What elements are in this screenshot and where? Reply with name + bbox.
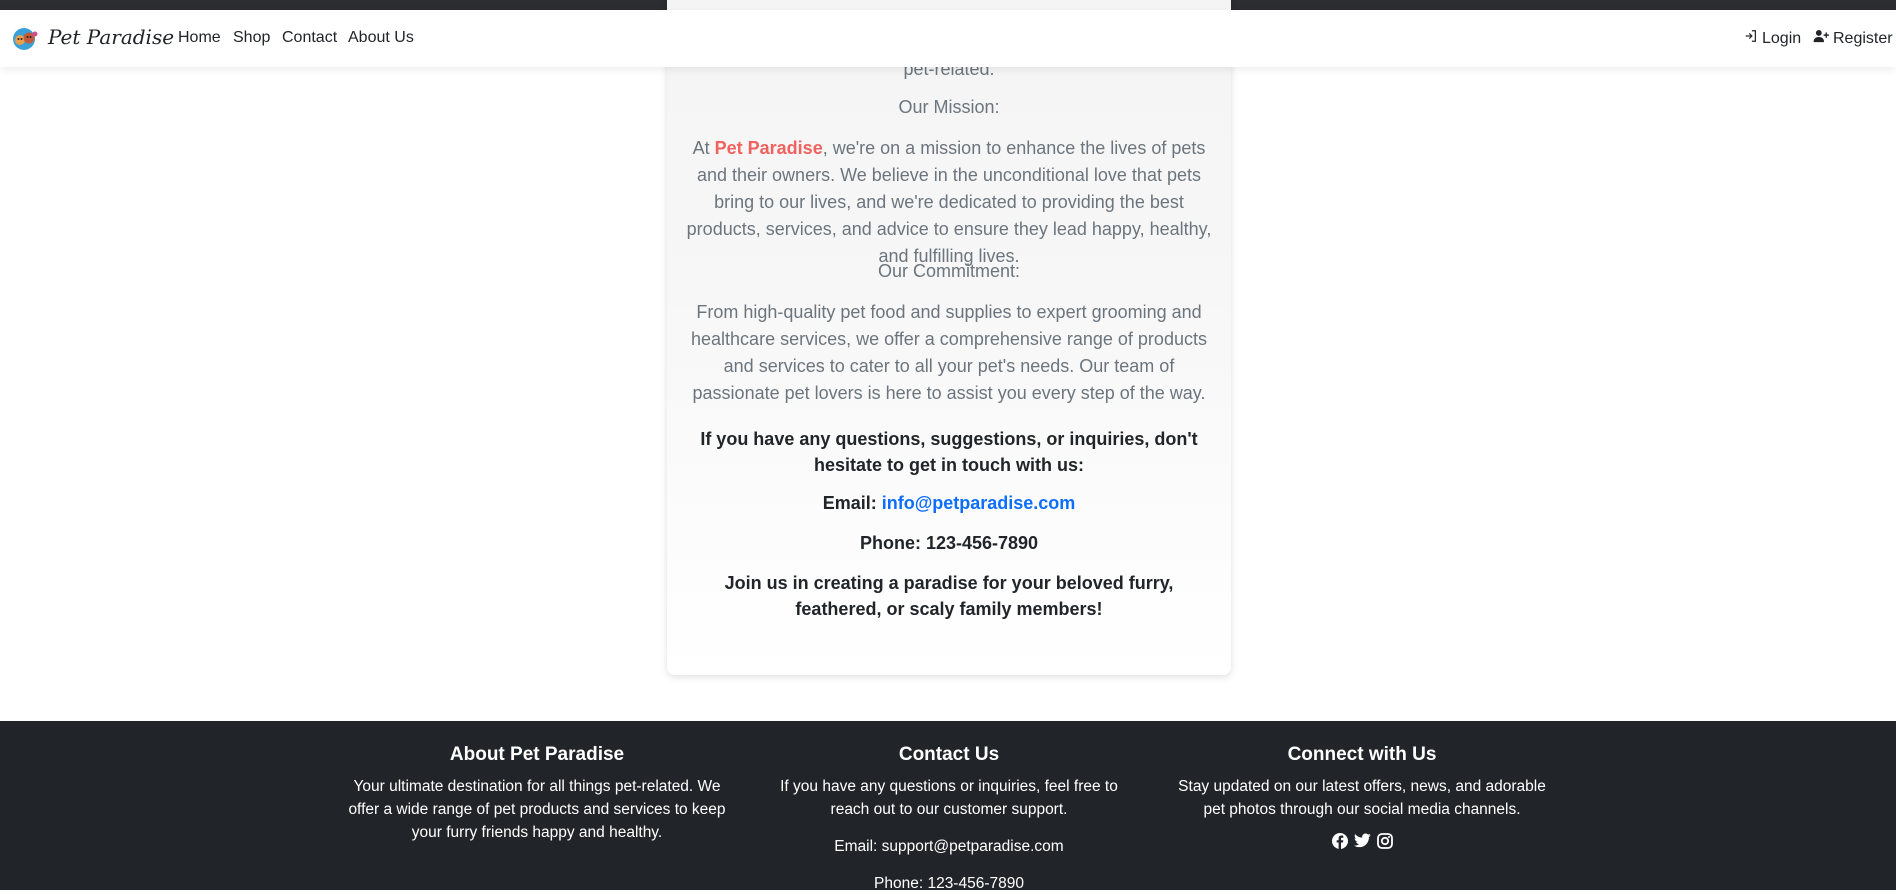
footer-connect-title: Connect with Us xyxy=(1287,744,1437,765)
facebook-icon[interactable] xyxy=(1331,833,1348,854)
footer-connect-text: Stay updated on our latest offers, news,… xyxy=(1178,778,1546,818)
footer-about-column: About Pet Paradise Your ultimate destina… xyxy=(347,743,727,844)
footer-contact-text: If you have any questions or inquiries, … xyxy=(780,778,1118,818)
footer-contact-email: Email: support@petparadise.com xyxy=(834,838,1064,855)
nav-about-us[interactable]: About Us xyxy=(348,29,414,47)
footer: About Pet Paradise Your ultimate destina… xyxy=(0,721,1896,892)
register-button[interactable]: Register xyxy=(1813,29,1893,48)
instagram-icon[interactable] xyxy=(1376,833,1393,854)
commitment-heading: Our Commitment: xyxy=(877,261,1021,281)
mission-paragraph: At Pet Paradise, we're on a mission to e… xyxy=(685,135,1213,270)
footer-connect-column: Connect with Us Stay updated on our late… xyxy=(1172,743,1552,854)
navbar: Pet Paradise Home Shop Contact About Us … xyxy=(0,10,1896,67)
social-links xyxy=(1331,833,1393,854)
nav-contact[interactable]: Contact xyxy=(282,29,337,47)
about-card: pet-related. Our Mission: At Pet Paradis… xyxy=(667,0,1231,675)
nav-shop[interactable]: Shop xyxy=(233,29,270,47)
footer-about-title: About Pet Paradise xyxy=(449,744,625,765)
user-plus-icon xyxy=(1813,29,1829,48)
footer-about-text: Your ultimate destination for all things… xyxy=(348,778,726,841)
footer-contact-title: Contact Us xyxy=(898,744,1000,765)
mission-prefix: At xyxy=(692,138,715,158)
email-label: Email: xyxy=(822,493,882,513)
login-icon xyxy=(1744,29,1758,48)
login-button[interactable]: Login xyxy=(1744,29,1801,48)
commitment-paragraph: From high-quality pet food and supplies … xyxy=(691,302,1207,403)
nav-home[interactable]: Home xyxy=(178,29,221,47)
email-link[interactable]: info@petparadise.com xyxy=(882,493,1076,513)
mission-brand-highlight: Pet Paradise xyxy=(714,138,823,158)
pet-logo-icon[interactable] xyxy=(12,27,40,56)
mission-heading: Our Mission: xyxy=(898,97,1000,117)
login-label: Login xyxy=(1762,29,1802,47)
brand-name[interactable]: Pet Paradise xyxy=(48,25,174,49)
phone-line: Phone: 123-456-7890 xyxy=(859,533,1039,553)
questions-text: If you have any questions, suggestions, … xyxy=(700,429,1198,475)
join-text: Join us in creating a paradise for your … xyxy=(724,573,1174,619)
twitter-icon[interactable] xyxy=(1353,833,1371,854)
register-label: Register xyxy=(1833,29,1893,47)
email-line: Email: info@petparadise.com xyxy=(685,490,1213,516)
footer-contact-column: Contact Us If you have any questions or … xyxy=(759,743,1139,895)
footer-contact-phone: Phone: 123-456-7890 xyxy=(874,875,1024,892)
